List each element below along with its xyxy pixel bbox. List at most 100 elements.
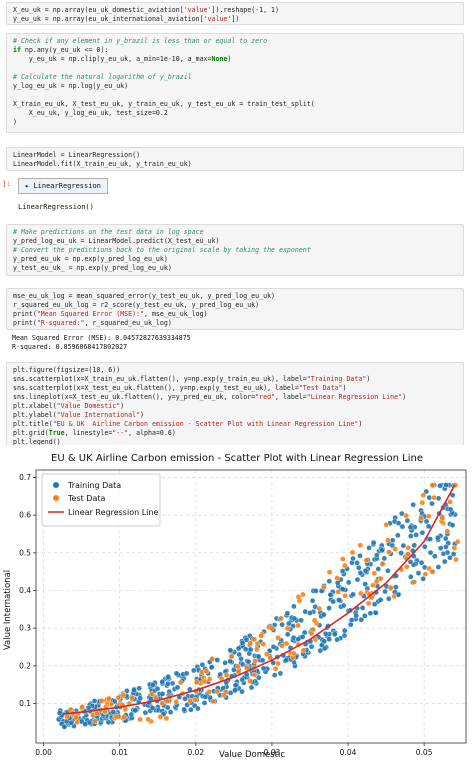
training-point: [255, 653, 262, 660]
test-point: [284, 625, 291, 632]
test-point: [122, 706, 128, 713]
test-point: [228, 653, 235, 660]
training-point: [159, 678, 166, 685]
test-point: [223, 672, 230, 678]
training-point: [326, 578, 333, 584]
training-point: [247, 646, 254, 653]
training-point: [167, 709, 174, 715]
training-point: [195, 705, 201, 712]
linear-regression-repr-title[interactable]: ▸ LinearRegression: [18, 178, 108, 194]
training-point: [149, 681, 156, 688]
test-point: [164, 698, 171, 705]
test-point: [252, 658, 258, 664]
training-point: [270, 643, 277, 650]
training-point: [313, 588, 319, 594]
code-cell-metrics[interactable]: mse_eu_uk_log = mean_squared_error(y_tes…: [6, 288, 464, 330]
test-point: [258, 633, 264, 639]
training-point: [425, 523, 432, 530]
training-point: [389, 537, 396, 544]
test-point: [173, 698, 179, 705]
training-point: [91, 698, 98, 704]
training-point: [227, 690, 234, 696]
y-tick-label: 0.4: [19, 586, 31, 595]
training-point: [450, 551, 457, 557]
test-point: [220, 692, 227, 698]
test-point: [137, 716, 143, 723]
code-cell-fit-model[interactable]: LinearModel = LinearRegression() LinearMo…: [6, 147, 464, 171]
training-point: [345, 579, 352, 586]
test-point: [209, 655, 215, 662]
training-point: [350, 555, 356, 562]
training-point: [248, 684, 255, 691]
y-tick-label: 0.3: [19, 624, 31, 633]
training-point: [309, 597, 316, 604]
training-point: [232, 682, 239, 689]
test-point: [453, 556, 459, 563]
training-point: [169, 680, 176, 687]
test-point: [334, 575, 340, 581]
legend-test-label: Test Data: [67, 494, 105, 503]
test-point: [268, 625, 275, 632]
test-point: [341, 562, 348, 569]
training-point: [279, 621, 285, 628]
training-point: [366, 545, 372, 551]
training-point: [359, 605, 366, 611]
test-point: [163, 715, 170, 722]
training-point: [437, 545, 444, 551]
test-point: [339, 556, 346, 562]
training-point: [381, 555, 388, 562]
training-point: [427, 536, 434, 542]
y-axis-label: Value International: [3, 570, 13, 650]
test-point: [99, 697, 105, 704]
training-point: [357, 553, 363, 559]
linear-regression-repr: LinearRegression(): [18, 203, 94, 211]
training-point: [392, 584, 399, 590]
test-point: [365, 600, 372, 607]
test-point: [251, 671, 258, 678]
training-point: [399, 523, 406, 530]
test-point: [193, 679, 200, 685]
training-point: [128, 711, 135, 718]
test-point: [411, 579, 418, 585]
training-point: [245, 658, 252, 665]
training-point: [222, 659, 228, 666]
training-point: [353, 612, 360, 619]
training-point: [437, 482, 443, 489]
code-cell-predict[interactable]: # Make predictions on the test data in l…: [6, 224, 464, 276]
training-point: [298, 617, 304, 624]
training-point: [227, 647, 234, 653]
test-point: [357, 542, 364, 549]
y-tick-label: 0.7: [19, 473, 31, 482]
test-point: [418, 515, 425, 522]
training-point: [372, 609, 379, 616]
code-cell-arrays[interactable]: X_eu_uk = np.array(eu_uk_domestic_aviati…: [6, 2, 464, 25]
test-point: [419, 499, 426, 506]
test-point: [422, 571, 429, 577]
test-point: [392, 546, 398, 552]
scatter-chart: EU & UK Airline Carbon emission - Scatte…: [3, 453, 467, 760]
training-point: [449, 522, 456, 528]
training-point: [431, 553, 438, 559]
test-point: [187, 697, 193, 704]
code-cell-plot[interactable]: plt.figure(figsize=(10, 6)) sns.scatterpl…: [6, 362, 464, 458]
training-point: [182, 695, 188, 702]
plot-output: EU & UK Airline Carbon emission - Scatte…: [0, 445, 474, 760]
y-tick-label: 0.2: [19, 661, 31, 670]
test-point: [373, 578, 380, 585]
training-point: [385, 595, 392, 602]
training-point: [382, 588, 388, 595]
test-point: [201, 678, 208, 685]
training-point: [347, 621, 354, 628]
y-tick-label: 0.1: [19, 699, 31, 708]
test-point: [247, 678, 253, 684]
test-point: [214, 688, 221, 695]
code-cell-log-split[interactable]: # Check if any element in y_brazil is le…: [6, 33, 464, 133]
training-point: [440, 550, 447, 557]
training-point: [214, 657, 221, 663]
test-point: [115, 694, 122, 701]
training-point: [339, 568, 346, 574]
training-point: [291, 615, 298, 622]
training-point: [131, 687, 137, 693]
training-point: [154, 685, 161, 692]
y-tick-label: 0.6: [19, 511, 31, 520]
